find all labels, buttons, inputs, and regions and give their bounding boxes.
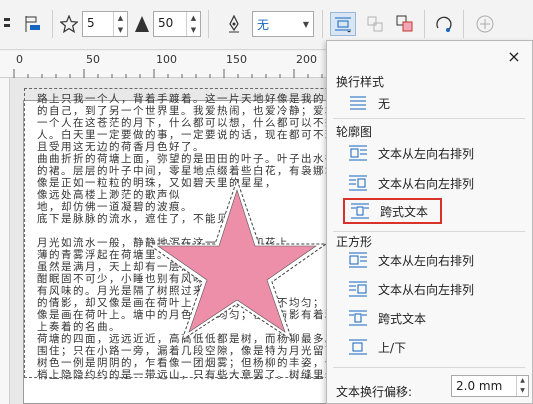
sharpness-value[interactable]: 50 <box>154 12 186 36</box>
wrap-option-label: 文本从右向左排列 <box>378 176 475 191</box>
spin-up-icon[interactable]: ▲ <box>517 376 528 386</box>
spin-up-icon[interactable]: ▲ <box>114 12 127 24</box>
sharpness-icon <box>132 12 152 36</box>
section-wrap-style: 换行样式 <box>336 75 385 89</box>
wrap-option-label: 跨式文本 <box>378 311 427 326</box>
outline-width-select[interactable]: 无 ▼ <box>252 11 314 37</box>
spin-up-icon[interactable]: ▲ <box>187 12 200 24</box>
spin-down-icon[interactable]: ▼ <box>517 386 528 396</box>
wrap-square-rl-icon <box>349 281 367 297</box>
wrap-square-lr-icon <box>349 252 367 268</box>
wrap-offset-label: 文本换行偏移: <box>336 385 413 399</box>
ruler-label: 50 <box>86 53 100 66</box>
points-value[interactable]: 5 <box>83 12 113 36</box>
wrap-offset-spinbox[interactable]: 2.0 mm ▲ ▼ <box>451 375 529 397</box>
text-line: 梢上隐隐约约的是一带远山，只有些大意罢了。树缝里也漏着 <box>37 369 357 381</box>
toolbar-separator <box>52 10 53 38</box>
ruler-label: 100 <box>156 53 177 66</box>
panel-separator <box>333 367 525 368</box>
wrap-contour-rl-icon <box>349 175 367 191</box>
star-icon <box>58 12 80 36</box>
wrap-option-label: 文本从左向右排列 <box>378 253 475 268</box>
panel-separator <box>333 231 525 232</box>
toolbar-separator <box>322 10 323 38</box>
outline-width-value: 无 <box>257 17 270 32</box>
weld-icon[interactable] <box>393 12 417 36</box>
text-wrap-icon[interactable] <box>330 12 356 36</box>
transform-icon[interactable] <box>432 12 456 36</box>
order-icon[interactable] <box>22 12 44 36</box>
copy-properties-icon[interactable] <box>364 12 386 36</box>
wrap-option-none[interactable]: 无 <box>347 90 390 116</box>
wrap-option-square-rl[interactable]: 文本从右向左排列 <box>347 276 474 302</box>
wrap-option-label: 文本从左向右排列 <box>378 146 475 161</box>
wrap-option-label: 无 <box>378 96 391 111</box>
wrap-option-square-lr[interactable]: 文本从左向右排列 <box>347 247 474 273</box>
toolbar-separator <box>208 10 209 38</box>
ruler-label: 150 <box>226 53 247 66</box>
wrap-option-contour-straddle[interactable]: 跨式文本 <box>343 198 443 224</box>
wrap-contour-lr-icon <box>349 145 367 161</box>
pen-icon[interactable] <box>222 12 246 36</box>
sharpness-spinbox[interactable]: 50 ▲ ▼ <box>153 11 201 37</box>
wrap-option-label: 跨式文本 <box>380 204 429 219</box>
wrap-offset-value[interactable]: 2.0 mm <box>452 376 516 396</box>
vertical-ruler[interactable] <box>0 78 10 404</box>
toolbar-separator <box>424 10 425 38</box>
wrap-option-contour-rl[interactable]: 文本从右向左排列 <box>347 170 474 196</box>
points-spinbox[interactable]: 5 ▲ ▼ <box>82 11 128 37</box>
wrap-square-straddle-icon <box>349 310 367 326</box>
ruler-label: 200 <box>296 53 317 66</box>
wrap-option-label: 上/下 <box>378 340 407 355</box>
wrap-option-above-below[interactable]: 上/下 <box>347 334 406 360</box>
ruler-label: 0 <box>16 53 23 66</box>
wrap-option-square-straddle[interactable]: 跨式文本 <box>347 305 426 331</box>
panel-separator <box>333 118 525 119</box>
spin-down-icon[interactable]: ▼ <box>114 24 127 36</box>
wrap-option-label: 文本从右向左排列 <box>378 282 475 297</box>
wrap-above-below-icon <box>349 339 367 355</box>
wrap-straddle-icon <box>351 203 369 219</box>
close-icon[interactable]: × <box>506 49 522 65</box>
section-contour: 轮廓图 <box>336 125 373 139</box>
text-wrap-popup: × 换行样式 无 轮廓图 文本从左向右排列 文本从右向左排列 跨式文本 正方形 … <box>326 40 533 404</box>
spin-down-icon[interactable]: ▼ <box>187 24 200 36</box>
chevron-down-icon[interactable]: ▼ <box>299 20 313 29</box>
toolbar-separator <box>463 10 464 38</box>
star-shape[interactable] <box>142 174 332 344</box>
wrap-none-icon <box>350 96 366 110</box>
add-icon[interactable] <box>472 12 498 36</box>
align-icon[interactable] <box>0 12 14 36</box>
wrap-option-contour-lr[interactable]: 文本从左向右排列 <box>347 140 474 166</box>
